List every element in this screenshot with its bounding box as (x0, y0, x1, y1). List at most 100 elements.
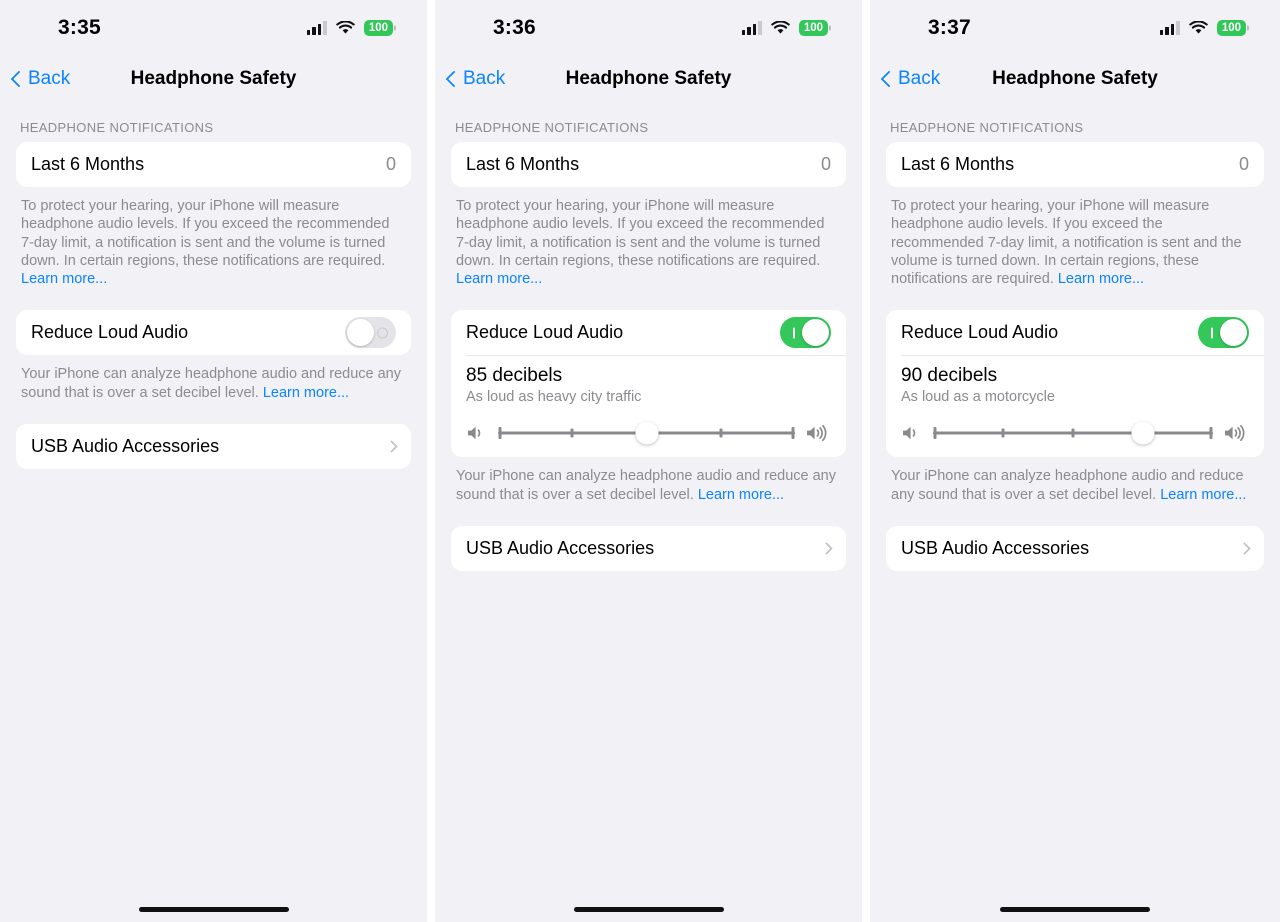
decibel-value: 90 decibels (901, 365, 998, 387)
volume-low-icon (901, 424, 923, 442)
back-button-label: Back (28, 68, 71, 89)
battery-icon: 100 (798, 20, 828, 36)
slider-knob[interactable] (635, 421, 658, 445)
section-header-notifications: HEADPHONE NOTIFICATIONS (890, 120, 1084, 135)
nav-bar: Back Headphone Safety (435, 56, 862, 102)
status-clock: 3:36 (493, 16, 536, 39)
back-button[interactable]: Back (447, 68, 505, 90)
reduce-loud-audio-toggle[interactable] (345, 317, 396, 349)
last-6-months-label: Last 6 Months (466, 154, 580, 174)
slider-tick (570, 428, 574, 438)
last-6-months-label: Last 6 Months (901, 154, 1015, 174)
reduce-loud-audio-row: Reduce Loud Audio (16, 310, 411, 355)
slider-tick (719, 428, 723, 438)
settings-content: HEADPHONE NOTIFICATIONS Last 6 Months 0 … (0, 102, 427, 922)
chevron-left-icon (12, 70, 23, 89)
learn-more-link-notifications[interactable]: Learn more... (456, 271, 542, 287)
reduce-loud-audio-label: Reduce Loud Audio (901, 322, 1059, 343)
slider-tick (791, 427, 795, 440)
decibel-limit-block: 85 decibels As loud as heavy city traffi… (451, 356, 846, 457)
back-button-label: Back (898, 68, 941, 89)
wifi-icon (336, 20, 355, 35)
reduce-loud-audio-footnote: Your iPhone can analyze headphone audio … (451, 457, 846, 504)
usb-audio-card: USB Audio Accessories (16, 423, 411, 469)
notifications-footnote-text: To protect your hearing, your iPhone wil… (456, 198, 825, 269)
last-6-months-value: 0 (820, 154, 831, 174)
wifi-icon (771, 20, 790, 35)
learn-more-link-reduce[interactable]: Learn more... (263, 385, 349, 401)
reduce-loud-audio-row: Reduce Loud Audio (886, 310, 1264, 355)
phone-panel-2: 3:36 100 Back Headphone Safety HEADPHONE… (435, 0, 862, 922)
decibel-slider-row (466, 421, 831, 445)
section-header-notifications: HEADPHONE NOTIFICATIONS (455, 120, 649, 135)
slider-knob[interactable] (1131, 421, 1155, 445)
chevron-right-icon (1238, 541, 1251, 555)
back-button-label: Back (463, 68, 506, 89)
status-bar: 3:37 100 (870, 0, 1280, 56)
learn-more-link-reduce[interactable]: Learn more... (1160, 487, 1246, 503)
reduce-loud-audio-footnote: Your iPhone can analyze headphone audio … (16, 355, 411, 402)
battery-icon: 100 (363, 20, 393, 36)
usb-audio-accessories-label: USB Audio Accessories (466, 537, 655, 558)
slider-tick (1071, 428, 1075, 438)
volume-low-icon (466, 424, 488, 442)
reduce-loud-audio-card: Reduce Loud Audio 90 decibels As loud as… (886, 310, 1264, 458)
learn-more-link-notifications[interactable]: Learn more... (1058, 271, 1144, 287)
back-button[interactable]: Back (882, 68, 940, 90)
toggle-on-mark-icon (1211, 327, 1214, 339)
usb-audio-card: USB Audio Accessories (451, 525, 846, 571)
usb-audio-accessories-label: USB Audio Accessories (901, 537, 1090, 558)
home-indicator (1000, 907, 1150, 912)
last-6-months-value: 0 (385, 154, 396, 174)
phone-screenshot-strip: 3:35 100 Back Headphone Safety HEADPHONE… (0, 0, 1280, 922)
decibel-slider[interactable] (933, 421, 1213, 445)
decibel-limit-block: 90 decibels As loud as a motorcycle (886, 356, 1264, 457)
last-6-months-label: Last 6 Months (31, 154, 145, 174)
phone-panel-1: 3:35 100 Back Headphone Safety HEADPHONE… (0, 0, 427, 922)
cellular-signal-icon (306, 20, 327, 35)
status-bar: 3:36 100 (435, 0, 862, 56)
reduce-loud-audio-card: Reduce Loud Audio (16, 310, 411, 356)
status-bar: 3:35 100 (0, 0, 427, 56)
decibel-value: 85 decibels (466, 365, 563, 387)
back-button[interactable]: Back (12, 68, 70, 90)
slider-tick (1209, 427, 1213, 440)
last-6-months-row[interactable]: Last 6 Months 0 (886, 142, 1264, 187)
learn-more-link-notifications[interactable]: Learn more... (21, 271, 107, 287)
status-indicators: 100 (741, 20, 828, 36)
last-6-months-row[interactable]: Last 6 Months 0 (451, 142, 846, 187)
home-indicator (138, 907, 289, 912)
usb-audio-card: USB Audio Accessories (886, 525, 1264, 571)
toggle-on-mark-icon (793, 327, 796, 339)
usb-audio-accessories-row[interactable]: USB Audio Accessories (451, 526, 846, 571)
volume-high-icon (805, 424, 831, 442)
reduce-loud-audio-toggle[interactable] (780, 317, 831, 349)
settings-content: HEADPHONE NOTIFICATIONS Last 6 Months 0 … (870, 102, 1280, 922)
nav-bar: Back Headphone Safety (0, 56, 427, 102)
reduce-loud-audio-footnote: Your iPhone can analyze headphone audio … (886, 457, 1264, 504)
cellular-signal-icon (1159, 20, 1180, 35)
home-indicator (573, 907, 724, 912)
chevron-right-icon (385, 439, 398, 453)
decibel-description: As loud as a motorcycle (901, 389, 1055, 406)
usb-audio-accessories-row[interactable]: USB Audio Accessories (16, 424, 411, 469)
decibel-description: As loud as heavy city traffic (466, 389, 642, 406)
toggle-knob (347, 319, 374, 347)
chevron-left-icon (882, 70, 893, 89)
status-indicators: 100 (1159, 20, 1246, 36)
reduce-loud-audio-toggle[interactable] (1198, 317, 1249, 349)
learn-more-link-reduce[interactable]: Learn more... (698, 487, 784, 503)
wifi-icon (1189, 20, 1208, 35)
reduce-loud-audio-row: Reduce Loud Audio (451, 310, 846, 355)
decibel-slider[interactable] (498, 421, 795, 445)
last-6-months-row[interactable]: Last 6 Months 0 (16, 142, 411, 187)
notifications-footnote: To protect your hearing, your iPhone wil… (886, 187, 1264, 288)
cellular-signal-icon (741, 20, 762, 35)
usb-audio-accessories-row[interactable]: USB Audio Accessories (886, 526, 1264, 571)
battery-icon: 100 (1216, 20, 1246, 36)
status-indicators: 100 (306, 20, 393, 36)
